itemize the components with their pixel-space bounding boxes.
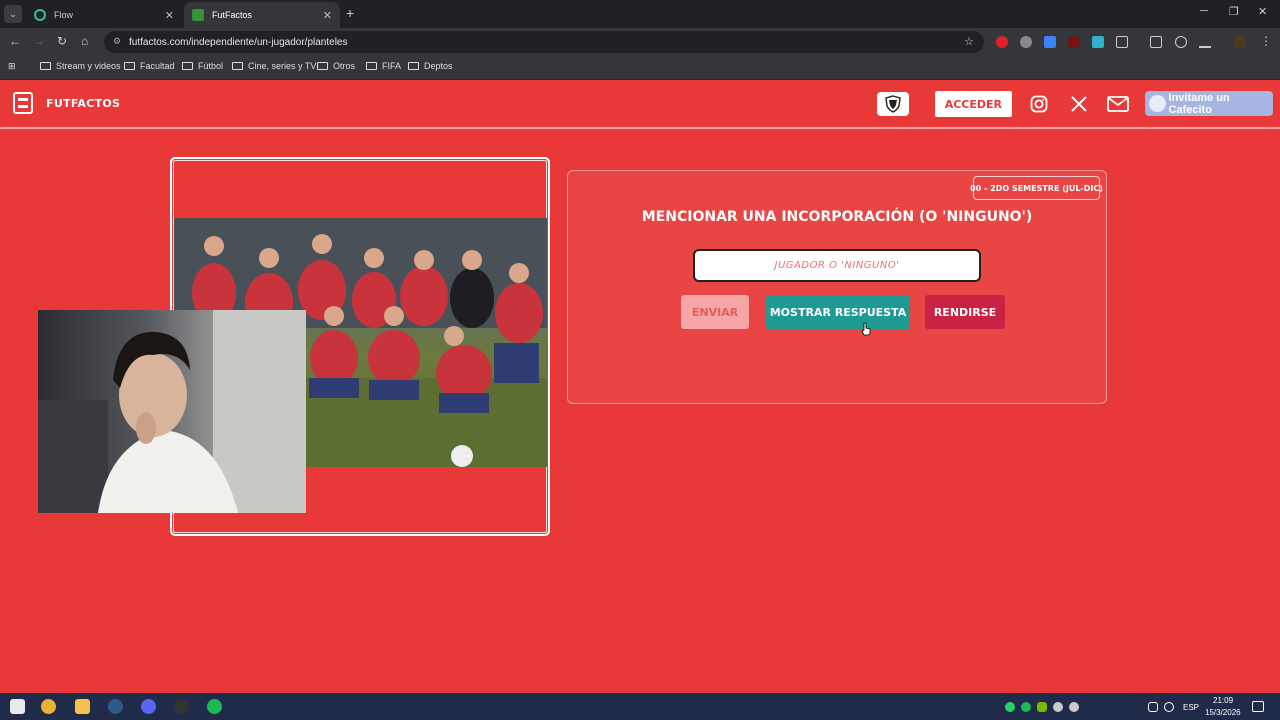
folder-icon bbox=[317, 62, 328, 70]
bookmark-label: FIFA bbox=[382, 61, 402, 71]
bookmark-label: Deptos bbox=[424, 61, 453, 71]
profile-avatar[interactable] bbox=[1234, 36, 1246, 48]
download-icon[interactable] bbox=[1199, 36, 1211, 48]
obs-icon[interactable] bbox=[174, 699, 189, 714]
flow-favicon-icon bbox=[34, 9, 46, 21]
address-bar[interactable]: ⚙ futfactos.com/independiente/un-jugador… bbox=[104, 31, 984, 53]
hand-cursor-icon bbox=[861, 322, 871, 336]
instagram-icon[interactable] bbox=[1028, 93, 1050, 115]
network-icon[interactable] bbox=[1148, 702, 1158, 712]
windows-taskbar: ESP 21:09 15/3/2026 bbox=[0, 693, 1280, 720]
brand-name[interactable]: FUTFACTOS bbox=[46, 97, 120, 110]
discord-icon[interactable] bbox=[141, 699, 156, 714]
whatsapp-tray-icon[interactable] bbox=[1005, 702, 1015, 712]
show-answer-button[interactable]: MOSTRAR RESPUESTA bbox=[766, 295, 910, 329]
forward-icon[interactable]: → bbox=[33, 34, 45, 48]
futfactos-logo-icon[interactable] bbox=[13, 92, 33, 114]
bookmark-label: Stream y videos bbox=[56, 61, 121, 71]
minimize-icon[interactable]: ─ bbox=[1200, 5, 1208, 17]
extension-icon[interactable] bbox=[1092, 36, 1104, 48]
bookmark-folder[interactable]: FIFA bbox=[366, 61, 401, 71]
clock-date[interactable]: 15/3/2026 bbox=[1205, 708, 1241, 717]
extension-icon[interactable] bbox=[1068, 36, 1080, 48]
history-icon[interactable] bbox=[1175, 36, 1187, 48]
tab-label: FutFactos bbox=[212, 10, 253, 20]
extension-icon[interactable] bbox=[1044, 36, 1056, 48]
bookmark-label: Cine, series y TV bbox=[248, 61, 317, 71]
reload-icon[interactable]: ↻ bbox=[57, 34, 67, 48]
notifications-icon[interactable] bbox=[1252, 701, 1264, 712]
extension-icon[interactable] bbox=[996, 36, 1008, 48]
team-shield-button[interactable] bbox=[877, 92, 909, 116]
folder-icon bbox=[408, 62, 419, 70]
folder-icon bbox=[366, 62, 377, 70]
steam-icon[interactable] bbox=[108, 699, 123, 714]
bookmark-folder[interactable]: Facultad bbox=[124, 61, 175, 71]
extension-icon[interactable] bbox=[1020, 36, 1032, 48]
player-answer-input[interactable] bbox=[693, 249, 981, 282]
mail-icon[interactable] bbox=[1107, 93, 1129, 115]
close-tab-icon[interactable]: ✕ bbox=[323, 9, 332, 22]
language-indicator[interactable]: ESP bbox=[1183, 703, 1199, 712]
send-button[interactable]: ENVIAR bbox=[681, 295, 749, 329]
clock-time[interactable]: 21:09 bbox=[1213, 696, 1233, 705]
bookmark-folder[interactable]: Deptos bbox=[408, 61, 453, 71]
file-explorer-icon[interactable] bbox=[75, 699, 90, 714]
spotify-icon[interactable] bbox=[207, 699, 222, 714]
bookmark-folder[interactable]: Cine, series y TV bbox=[232, 61, 316, 71]
shield-icon bbox=[885, 95, 901, 113]
folder-icon bbox=[182, 62, 193, 70]
close-window-icon[interactable]: ✕ bbox=[1258, 5, 1267, 18]
webcam-overlay bbox=[38, 310, 306, 513]
bookmark-label: Fútbol bbox=[198, 61, 224, 71]
x-icon[interactable] bbox=[1068, 93, 1090, 115]
folder-icon bbox=[40, 62, 51, 70]
browser-toolbar: ← → ↻ ⌂ ⚙ futfactos.com/independiente/un… bbox=[0, 28, 1280, 56]
back-icon[interactable]: ← bbox=[9, 34, 21, 48]
bookmark-folder[interactable]: Fútbol bbox=[182, 61, 223, 71]
folder-icon bbox=[232, 62, 243, 70]
give-up-button[interactable]: RENDIRSE bbox=[925, 295, 1005, 329]
question-title: MENCIONAR UNA INCORPORACIÓN (O 'NINGUNO'… bbox=[641, 209, 1033, 225]
tray-icon[interactable] bbox=[1053, 702, 1063, 712]
extensions-puzzle-icon[interactable] bbox=[1116, 36, 1128, 48]
cafecito-label: Invitame un Cafecito bbox=[1168, 91, 1230, 116]
cafecito-button[interactable]: Invitame un Cafecito bbox=[1145, 91, 1273, 116]
apps-grid-icon[interactable]: ⊞ bbox=[8, 61, 16, 72]
bookmark-label: Otros bbox=[333, 61, 356, 71]
semester-badge: 00 - 2DO SEMESTRE (JUL-DIC) bbox=[970, 176, 1103, 200]
nvidia-tray-icon[interactable] bbox=[1037, 702, 1047, 712]
tab-search-icon[interactable]: ⌄ bbox=[4, 5, 22, 23]
question-card bbox=[567, 170, 1107, 404]
bookmark-folder[interactable]: Otros bbox=[317, 61, 355, 71]
url-text: futfactos.com/independiente/un-jugador/p… bbox=[129, 36, 348, 48]
futfactos-favicon-icon bbox=[192, 9, 204, 21]
windows-start-icon[interactable] bbox=[10, 699, 25, 714]
tab-futfactos[interactable]: FutFactos ✕ bbox=[184, 2, 340, 28]
tab-flow[interactable]: Flow ✕ bbox=[26, 2, 182, 28]
login-button[interactable]: ACCEDER bbox=[935, 91, 1012, 117]
chrome-icon[interactable] bbox=[41, 699, 56, 714]
tray-icon[interactable] bbox=[1069, 702, 1079, 712]
restore-icon[interactable]: ❐ bbox=[1229, 5, 1239, 18]
close-tab-icon[interactable]: ✕ bbox=[165, 9, 174, 22]
menu-kebab-icon[interactable]: ⋮ bbox=[1260, 34, 1272, 48]
volume-icon[interactable] bbox=[1164, 702, 1174, 712]
browser-tab-bar: ⌄ Flow ✕ FutFactos ✕ + ─ ❐ ✕ bbox=[0, 0, 1280, 28]
tab-label: Flow bbox=[54, 10, 74, 20]
header-divider bbox=[0, 127, 1280, 129]
coffee-cup-icon bbox=[1149, 95, 1166, 112]
new-tab-button[interactable]: + bbox=[346, 5, 354, 21]
home-icon[interactable]: ⌂ bbox=[81, 34, 88, 48]
bookmark-star-icon[interactable]: ☆ bbox=[964, 35, 974, 48]
bookmark-folder[interactable]: Stream y videos bbox=[40, 61, 121, 71]
bookmarks-bar: ⊞ Stream y videos Facultad Fútbol Cine, … bbox=[0, 56, 1280, 80]
site-info-icon[interactable]: ⚙ bbox=[113, 36, 121, 47]
media-icon[interactable] bbox=[1150, 36, 1162, 48]
bookmark-label: Facultad bbox=[140, 61, 175, 71]
spotify-tray-icon[interactable] bbox=[1021, 702, 1031, 712]
folder-icon bbox=[124, 62, 135, 70]
